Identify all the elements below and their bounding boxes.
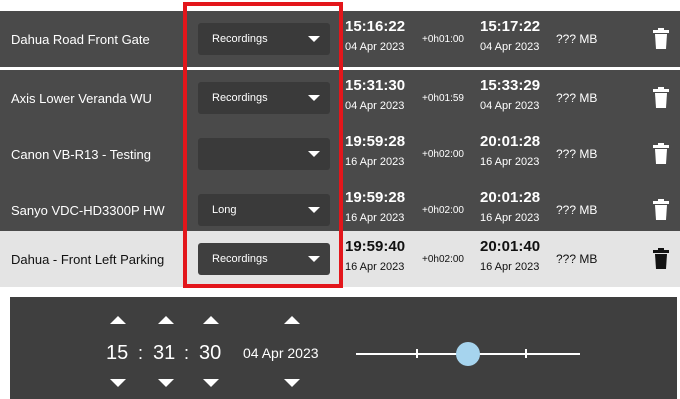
end-time[interactable]: 20:01:28 16 Apr 2023 bbox=[480, 133, 540, 169]
clip-duration: +0h01:00 bbox=[422, 33, 464, 45]
time-slider-thumb[interactable] bbox=[456, 342, 480, 366]
camera-name: Dahua - Front Left Parking bbox=[11, 251, 165, 267]
end-clock: 20:01:28 bbox=[480, 189, 541, 206]
chevron-down-icon bbox=[308, 256, 320, 262]
clip-row-selected[interactable]: Dahua - Front Left Parking Recordings 19… bbox=[0, 231, 680, 287]
start-date: 04 Apr 2023 bbox=[345, 41, 405, 53]
hours-down-arrow-icon[interactable] bbox=[110, 379, 126, 387]
start-time[interactable]: 19:59:28 16 Apr 2023 bbox=[345, 133, 405, 169]
end-time[interactable]: 15:33:29 04 Apr 2023 bbox=[480, 77, 540, 113]
camera-name: Axis Lower Veranda WU bbox=[11, 90, 152, 106]
recording-type-value: Long bbox=[212, 204, 237, 216]
time-separator: : bbox=[184, 342, 190, 363]
minutes-down-arrow-icon[interactable] bbox=[158, 379, 174, 387]
clip-row[interactable]: Canon VB-R13 - Testing 19:59:28 16 Apr 2… bbox=[0, 126, 680, 182]
start-time[interactable]: 19:59:40 16 Apr 2023 bbox=[345, 238, 405, 274]
recording-type-select[interactable] bbox=[198, 138, 330, 170]
slider-tick bbox=[525, 349, 527, 358]
end-time[interactable]: 20:01:40 16 Apr 2023 bbox=[480, 238, 540, 274]
start-clock: 15:16:22 bbox=[345, 18, 406, 35]
end-date: 04 Apr 2023 bbox=[480, 100, 540, 112]
start-clock: 19:59:40 bbox=[345, 238, 406, 255]
chevron-down-icon bbox=[308, 95, 320, 101]
clip-duration: +0h02:00 bbox=[422, 253, 464, 265]
seconds-up-arrow-icon[interactable] bbox=[203, 316, 219, 324]
clip-size: ??? MB bbox=[556, 32, 598, 46]
chevron-down-icon bbox=[308, 36, 320, 42]
end-time[interactable]: 15:17:22 04 Apr 2023 bbox=[480, 18, 540, 54]
start-date: 16 Apr 2023 bbox=[345, 156, 405, 168]
date-value[interactable]: 04 Apr 2023 bbox=[243, 341, 319, 365]
trash-icon[interactable] bbox=[652, 248, 670, 270]
date-down-arrow-icon[interactable] bbox=[284, 379, 300, 387]
clip-size: ??? MB bbox=[556, 203, 598, 217]
start-clock: 19:59:28 bbox=[345, 133, 406, 150]
slider-tick bbox=[416, 349, 418, 358]
clip-duration: +0h02:00 bbox=[422, 204, 464, 216]
seconds-value[interactable]: 30 bbox=[199, 341, 221, 365]
minutes-value[interactable]: 31 bbox=[153, 341, 175, 365]
recording-type-select[interactable]: Recordings bbox=[198, 23, 330, 55]
start-date: 04 Apr 2023 bbox=[345, 100, 405, 112]
end-clock: 20:01:28 bbox=[480, 133, 541, 150]
clip-row[interactable]: Axis Lower Veranda WU Recordings 15:31:3… bbox=[0, 70, 680, 126]
end-date: 16 Apr 2023 bbox=[480, 261, 540, 273]
end-date: 16 Apr 2023 bbox=[480, 212, 540, 224]
start-time[interactable]: 19:59:28 16 Apr 2023 bbox=[345, 189, 405, 225]
end-clock: 15:17:22 bbox=[480, 18, 541, 35]
end-date: 16 Apr 2023 bbox=[480, 156, 540, 168]
recording-type-value: Recordings bbox=[212, 92, 268, 104]
clip-size: ??? MB bbox=[556, 147, 598, 161]
recording-type-value: Recordings bbox=[212, 253, 268, 265]
trash-icon[interactable] bbox=[652, 199, 670, 221]
start-date: 16 Apr 2023 bbox=[345, 212, 405, 224]
start-clock: 15:31:30 bbox=[345, 77, 406, 94]
clip-row[interactable]: Dahua Road Front Gate Recordings 15:16:2… bbox=[0, 11, 680, 67]
end-clock: 20:01:40 bbox=[480, 238, 541, 255]
start-time[interactable]: 15:31:30 04 Apr 2023 bbox=[345, 77, 405, 113]
end-clock: 15:33:29 bbox=[480, 77, 541, 94]
recording-type-value: Recordings bbox=[212, 33, 268, 45]
clip-size: ??? MB bbox=[556, 252, 598, 266]
minutes-up-arrow-icon[interactable] bbox=[158, 316, 174, 324]
clip-duration: +0h01:59 bbox=[422, 92, 464, 104]
clip-list: Dahua Road Front Gate Recordings 15:16:2… bbox=[0, 0, 680, 287]
camera-name: Dahua Road Front Gate bbox=[11, 31, 150, 47]
date-up-arrow-icon[interactable] bbox=[284, 316, 300, 324]
end-date: 04 Apr 2023 bbox=[480, 41, 540, 53]
clip-size: ??? MB bbox=[556, 91, 598, 105]
hours-up-arrow-icon[interactable] bbox=[110, 316, 126, 324]
trash-icon[interactable] bbox=[652, 143, 670, 165]
recording-clips-panel: Dahua Road Front Gate Recordings 15:16:2… bbox=[0, 0, 680, 399]
time-separator: : bbox=[138, 342, 144, 363]
chevron-down-icon bbox=[308, 151, 320, 157]
clip-duration: +0h02:00 bbox=[422, 148, 464, 160]
seconds-down-arrow-icon[interactable] bbox=[203, 379, 219, 387]
start-clock: 19:59:28 bbox=[345, 189, 406, 206]
trash-icon[interactable] bbox=[652, 28, 670, 50]
start-date: 16 Apr 2023 bbox=[345, 261, 405, 273]
recording-type-select[interactable]: Recordings bbox=[198, 82, 330, 114]
trash-icon[interactable] bbox=[652, 87, 670, 109]
chevron-down-icon bbox=[308, 207, 320, 213]
hours-value[interactable]: 15 bbox=[106, 341, 128, 365]
recording-type-select[interactable]: Recordings bbox=[198, 243, 330, 275]
camera-name: Canon VB-R13 - Testing bbox=[11, 146, 151, 162]
time-editor: 15 : 31 : 30 04 Apr 2023 bbox=[10, 297, 677, 399]
end-time[interactable]: 20:01:28 16 Apr 2023 bbox=[480, 189, 540, 225]
recording-type-select[interactable]: Long bbox=[198, 194, 330, 226]
clip-row[interactable]: Sanyo VDC-HD3300P HW Long 19:59:28 16 Ap… bbox=[0, 182, 680, 238]
camera-name: Sanyo VDC-HD3300P HW bbox=[11, 202, 165, 218]
start-time[interactable]: 15:16:22 04 Apr 2023 bbox=[345, 18, 405, 54]
